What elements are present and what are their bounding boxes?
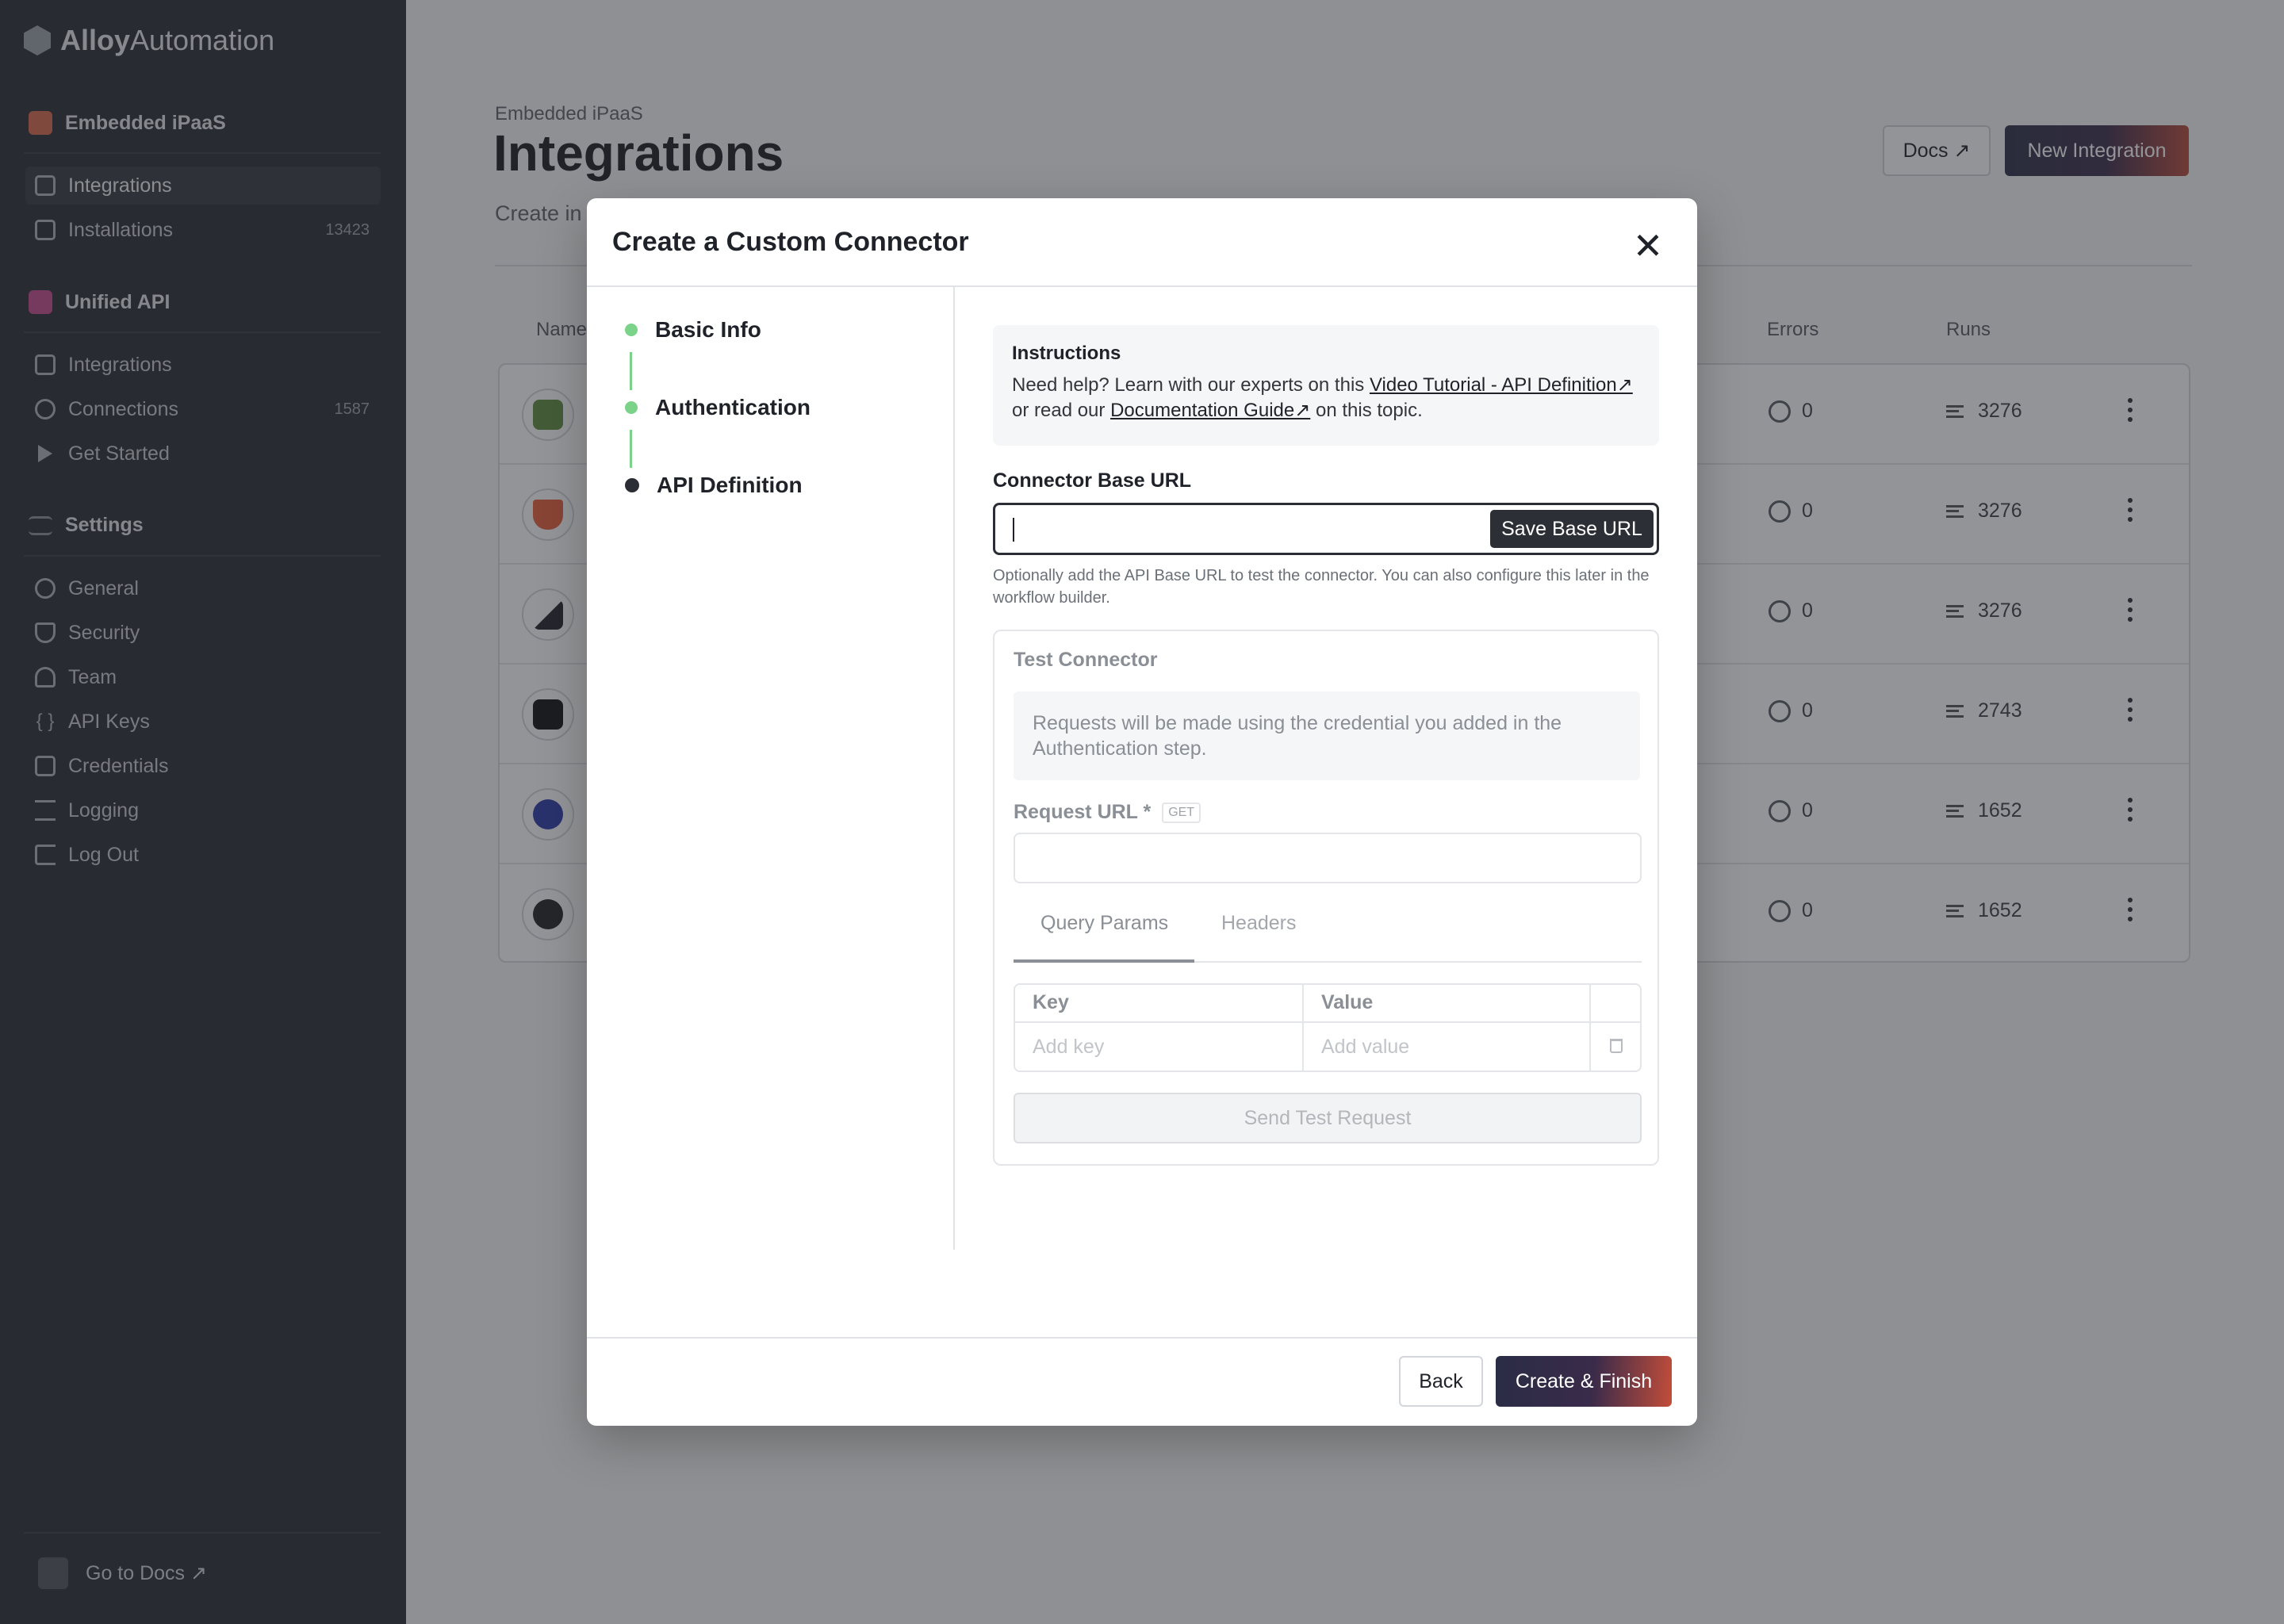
test-connector-title: Test Connector <box>1014 649 1158 671</box>
instructions-text-part: on this topic. <box>1310 400 1423 421</box>
instructions-text-part: or read our <box>1012 400 1111 421</box>
value-input[interactable]: Add value <box>1321 1036 1409 1059</box>
key-column-header: Key <box>1033 991 1069 1013</box>
request-url-label-text: Request URL * <box>1014 801 1152 823</box>
instructions-text: Need help? Learn with our experts on thi… <box>1012 373 1640 423</box>
step-current-dot-icon <box>625 478 639 492</box>
request-url-input[interactable] <box>1014 833 1642 883</box>
request-url-label: Request URL * GET <box>1014 801 1201 824</box>
step-connector <box>630 352 632 390</box>
step-connector <box>630 430 632 468</box>
instructions-title: Instructions <box>1012 343 1121 364</box>
divider <box>953 287 955 1250</box>
step-complete-dot-icon <box>625 401 638 414</box>
send-test-request-button[interactable]: Send Test Request <box>1014 1093 1642 1143</box>
step-api-definition[interactable]: API Definition <box>625 473 803 498</box>
trash-icon[interactable] <box>1610 1039 1623 1053</box>
credential-note: Requests will be made using the credenti… <box>1014 691 1640 780</box>
documentation-guide-link[interactable]: Documentation Guide↗ <box>1110 400 1310 421</box>
tab-headers[interactable]: Headers <box>1221 912 1297 935</box>
query-params-table: Key Value Add key Add value <box>1014 983 1642 1072</box>
divider <box>1015 1021 1640 1023</box>
divider <box>1302 985 1304 1071</box>
close-icon[interactable]: ✕ <box>1631 228 1665 265</box>
custom-connector-modal: Create a Custom Connector ✕ Basic Info A… <box>587 198 1697 1426</box>
step-label: Basic Info <box>655 317 761 342</box>
method-badge: GET <box>1162 802 1201 823</box>
create-finish-button[interactable]: Create & Finish <box>1496 1356 1672 1407</box>
instructions-panel: Instructions Need help? Learn with our e… <box>993 325 1659 446</box>
step-label: API Definition <box>657 473 803 497</box>
step-complete-dot-icon <box>625 324 638 336</box>
step-basic-info[interactable]: Basic Info <box>625 317 761 343</box>
value-column-header: Value <box>1321 991 1374 1013</box>
step-authentication[interactable]: Authentication <box>625 395 811 420</box>
base-url-input[interactable]: Save Base URL <box>993 503 1659 555</box>
divider <box>587 1337 1697 1339</box>
tab-query-params[interactable]: Query Params <box>1040 912 1168 935</box>
video-tutorial-link[interactable]: Video Tutorial - API Definition↗ <box>1370 374 1633 396</box>
base-url-label: Connector Base URL <box>993 469 1192 492</box>
text-caret <box>1013 518 1014 542</box>
instructions-text-part: Need help? Learn with our experts on thi… <box>1012 374 1370 396</box>
modal-title: Create a Custom Connector <box>612 227 969 257</box>
base-url-hint: Optionally add the API Base URL to test … <box>993 567 1650 607</box>
key-input[interactable]: Add key <box>1033 1036 1104 1059</box>
step-label: Authentication <box>655 395 811 419</box>
active-tab-indicator <box>1014 959 1194 963</box>
test-connector-panel: Test Connector Requests will be made usi… <box>993 630 1659 1166</box>
divider <box>587 285 1697 287</box>
save-base-url-button[interactable]: Save Base URL <box>1490 510 1654 548</box>
divider <box>1589 985 1591 1071</box>
back-button[interactable]: Back <box>1399 1356 1483 1407</box>
